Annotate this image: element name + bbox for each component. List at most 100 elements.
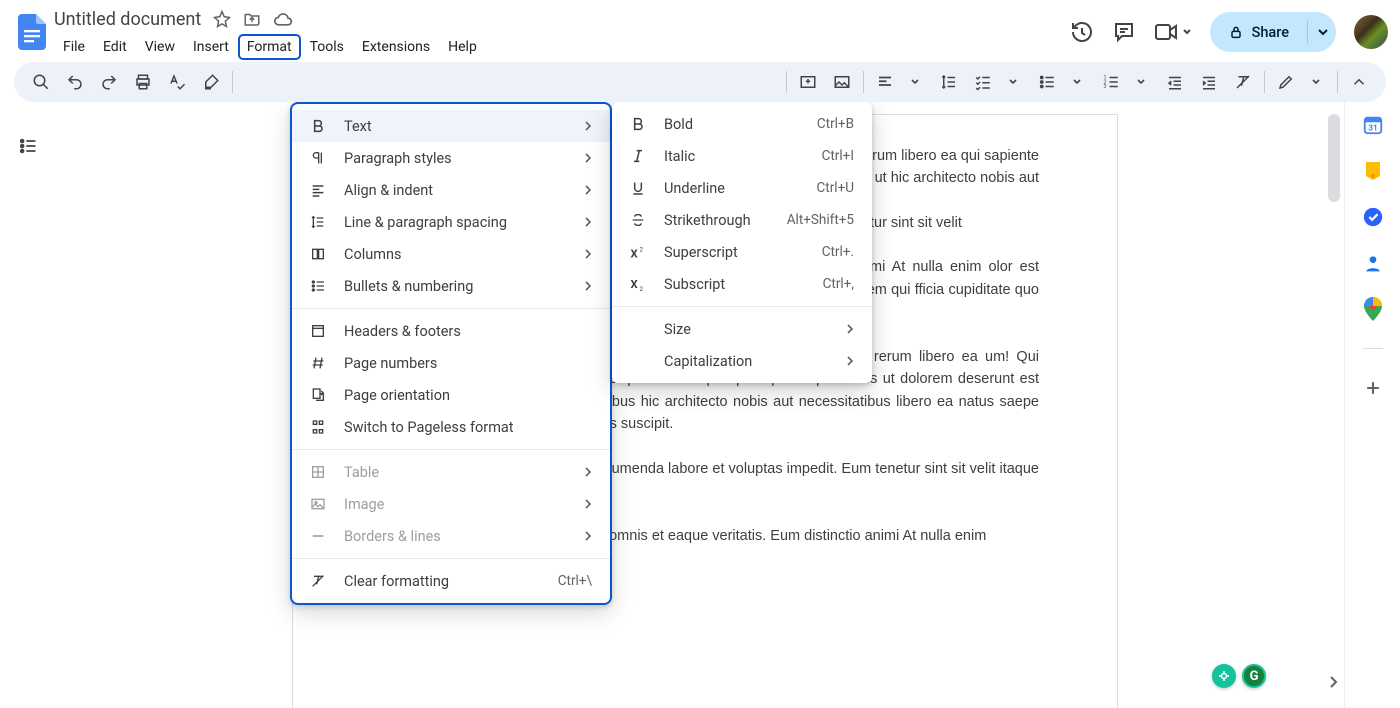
toolbar: 123 — [14, 62, 1386, 102]
submenu-caret-icon — [584, 248, 592, 260]
redo-icon[interactable] — [94, 67, 124, 97]
editing-mode-icon[interactable] — [1271, 67, 1301, 97]
history-icon[interactable] — [1070, 20, 1094, 44]
calendar-icon[interactable]: 31 — [1362, 114, 1384, 136]
line-spacing-icon[interactable] — [934, 67, 964, 97]
format-menu-paragraph-styles[interactable]: Paragraph styles — [292, 142, 610, 174]
text-submenu-italic[interactable]: ItalicCtrl+I — [612, 140, 872, 172]
menu-extensions[interactable]: Extensions — [353, 34, 439, 60]
share-button[interactable]: Share — [1210, 12, 1336, 52]
spacing-icon — [308, 214, 328, 230]
shortcut-label: Ctrl+U — [817, 180, 854, 196]
menu-item-label: Image — [344, 496, 568, 513]
format-menu-line-paragraph-spacing[interactable]: Line & paragraph spacing — [292, 206, 610, 238]
pgnum-icon — [308, 355, 328, 371]
svg-text:X: X — [631, 247, 639, 260]
menu-item-label: Clear formatting — [344, 573, 542, 590]
clearfmt-icon — [308, 573, 328, 589]
cloud-status-icon[interactable] — [273, 10, 293, 28]
text-submenu-subscript[interactable]: X2SubscriptCtrl+, — [612, 268, 872, 300]
image-icon[interactable] — [827, 67, 857, 97]
doc-title[interactable]: Untitled document — [54, 9, 201, 30]
format-menu-text[interactable]: Text — [292, 110, 610, 142]
columns-icon — [308, 246, 328, 262]
grammarly-icon[interactable]: G — [1242, 664, 1266, 688]
text-submenu: BoldCtrl+BItalicCtrl+IUnderlineCtrl+UStr… — [612, 102, 872, 383]
menu-item-label: Italic — [664, 148, 806, 165]
numbered-list-icon[interactable]: 123 — [1096, 67, 1126, 97]
outline-icon[interactable] — [12, 130, 44, 162]
meet-icon[interactable] — [1154, 21, 1192, 43]
text-submenu-strikethrough[interactable]: StrikethroughAlt+Shift+5 — [612, 204, 872, 236]
menu-item-label: Paragraph styles — [344, 150, 568, 167]
format-menu-page-orientation[interactable]: Page orientation — [292, 379, 610, 411]
add-addon-icon[interactable] — [1362, 377, 1384, 399]
chevron-down-icon[interactable] — [1318, 25, 1328, 39]
text-submenu-superscript[interactable]: X2SuperscriptCtrl+. — [612, 236, 872, 268]
text-submenu-underline[interactable]: UnderlineCtrl+U — [612, 172, 872, 204]
indent-increase-icon[interactable] — [1194, 67, 1224, 97]
maps-icon[interactable] — [1362, 298, 1384, 320]
scrollbar[interactable] — [1328, 114, 1340, 694]
checklist-icon[interactable] — [968, 67, 998, 97]
bullets-icon — [308, 278, 328, 294]
format-menu-bullets-numbering[interactable]: Bullets & numbering — [292, 270, 610, 302]
format-menu-columns[interactable]: Columns — [292, 238, 610, 270]
insert-image-icon[interactable] — [793, 67, 823, 97]
collapse-toolbar-icon[interactable] — [1344, 67, 1374, 97]
menu-item-label: Superscript — [664, 244, 806, 261]
spellcheck-icon[interactable] — [162, 67, 192, 97]
format-menu-borders-lines: Borders & lines — [292, 520, 610, 552]
align-icon[interactable] — [870, 67, 900, 97]
svg-text:2: 2 — [640, 286, 644, 292]
menu-item-label: Page orientation — [344, 387, 592, 404]
menu-edit[interactable]: Edit — [94, 34, 136, 60]
menu-insert[interactable]: Insert — [184, 34, 238, 60]
format-menu-align-indent[interactable]: Align & indent — [292, 174, 610, 206]
grammarly-suggestion-icon[interactable] — [1212, 664, 1236, 688]
submenu-caret-icon — [584, 530, 592, 542]
tasks-icon[interactable] — [1362, 206, 1384, 228]
text-submenu-bold[interactable]: BoldCtrl+B — [612, 108, 872, 140]
format-menu-clear-formatting[interactable]: Clear formattingCtrl+\ — [292, 565, 610, 597]
menu-format[interactable]: Format — [238, 34, 301, 60]
underline-icon — [628, 180, 648, 196]
bulleted-dropdown-icon[interactable] — [1062, 67, 1092, 97]
print-icon[interactable] — [128, 67, 158, 97]
svg-text:X: X — [631, 278, 639, 291]
side-panel-toggle-icon[interactable] — [1322, 666, 1344, 698]
paint-format-icon[interactable] — [196, 67, 226, 97]
pageless-icon — [308, 419, 328, 435]
menu-view[interactable]: View — [136, 34, 184, 60]
menu-help[interactable]: Help — [439, 34, 486, 60]
submenu-caret-icon — [846, 323, 854, 335]
align-dropdown-icon[interactable] — [900, 67, 930, 97]
indent-decrease-icon[interactable] — [1160, 67, 1190, 97]
clear-format-icon[interactable] — [1228, 67, 1258, 97]
checklist-dropdown-icon[interactable] — [998, 67, 1028, 97]
editing-mode-dropdown-icon[interactable] — [1301, 67, 1331, 97]
contacts-icon[interactable] — [1362, 252, 1384, 274]
bulleted-list-icon[interactable] — [1032, 67, 1062, 97]
text-submenu-capitalization[interactable]: Capitalization — [612, 345, 872, 377]
text-submenu-size[interactable]: Size — [612, 313, 872, 345]
format-menu-switch-to-pageless-format[interactable]: Switch to Pageless format — [292, 411, 610, 443]
menu-file[interactable]: File — [54, 34, 94, 60]
menu-tools[interactable]: Tools — [301, 34, 353, 60]
format-menu-headers-footers[interactable]: Headers & footers — [292, 315, 610, 347]
comments-icon[interactable] — [1112, 20, 1136, 44]
format-menu-page-numbers[interactable]: Page numbers — [292, 347, 610, 379]
para-icon — [308, 150, 328, 166]
numbered-dropdown-icon[interactable] — [1126, 67, 1156, 97]
submenu-caret-icon — [846, 355, 854, 367]
avatar[interactable] — [1354, 15, 1388, 49]
star-icon[interactable] — [213, 10, 231, 28]
headers-icon — [308, 323, 328, 339]
search-icon[interactable] — [26, 67, 56, 97]
sup-icon: X2 — [628, 244, 648, 260]
docs-logo[interactable] — [12, 6, 52, 58]
move-icon[interactable] — [243, 10, 261, 28]
keep-icon[interactable] — [1362, 160, 1384, 182]
undo-icon[interactable] — [60, 67, 90, 97]
italic-icon — [628, 148, 648, 164]
